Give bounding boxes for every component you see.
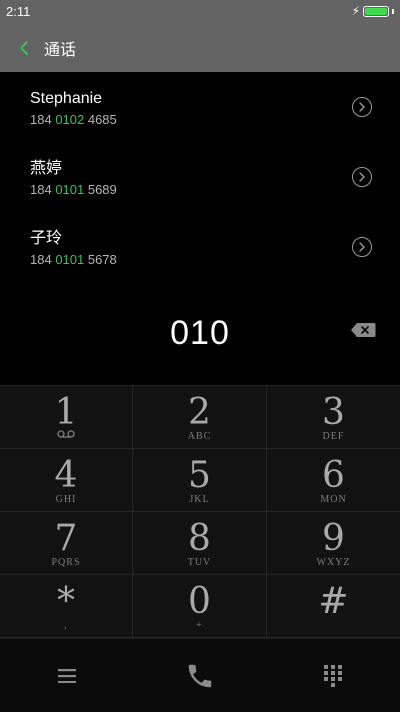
key-letters: TUV (187, 557, 212, 568)
number-prefix: 184 (30, 112, 56, 127)
chevron-right-circle-icon[interactable] (352, 167, 372, 187)
number-match: 0101 (55, 252, 85, 267)
page-title: 通话 (44, 42, 77, 59)
key-letters: PQRS (51, 557, 81, 568)
contact-row[interactable]: 子玲 184 0101 5678 (0, 212, 400, 282)
contact-number: 184 0101 5689 (30, 182, 400, 197)
header: 通话 (0, 24, 400, 72)
key-letters: WXYZ (316, 557, 351, 568)
chevron-left-icon[interactable] (16, 40, 32, 56)
key-3[interactable]: 3 DEF (267, 386, 400, 449)
number-prefix: 184 (30, 182, 56, 197)
chevron-right-circle-icon[interactable] (352, 237, 372, 257)
key-letters: JKL (189, 494, 210, 505)
key-digit: 7 (54, 518, 78, 559)
contact-row[interactable]: 燕婷 184 0101 5689 (0, 142, 400, 212)
contact-results: Stephanie 184 0102 4685 燕婷 184 0101 5689… (0, 72, 400, 282)
contact-name: Stephanie (30, 90, 103, 107)
key-6[interactable]: 6 MON (267, 449, 400, 512)
battery-level (365, 7, 387, 15)
key-letters: MON (320, 494, 347, 505)
key-letters: , (64, 620, 68, 631)
number-match: 0101 (55, 182, 85, 197)
key-digit: 8 (188, 518, 211, 559)
contact-name: 子玲 (30, 230, 63, 247)
charging-icon: ⚡ (351, 4, 360, 18)
key-digit: # (318, 581, 349, 622)
contact-number: 184 0101 5678 (30, 252, 400, 267)
key-letters: DEF (322, 431, 345, 442)
key-8[interactable]: 8 TUV (133, 512, 267, 575)
key-letters: GHI (55, 494, 77, 505)
dial-keypad: 1 2 ABC 3 DEF 4 GHI 5 JKL 6 MON 7 PQRS 8… (0, 385, 400, 639)
key-letters: ABC (187, 431, 212, 442)
key-9[interactable]: 9 WXYZ (267, 512, 400, 575)
number-suffix: 5678 (84, 252, 117, 267)
backspace-icon[interactable] (350, 322, 376, 338)
key-0[interactable]: 0 + (133, 575, 267, 638)
phone-icon[interactable] (160, 639, 240, 712)
key-5[interactable]: 5 JKL (133, 449, 267, 512)
key-digit: 5 (188, 455, 211, 496)
menu-icon[interactable] (27, 639, 107, 712)
key-2[interactable]: 2 ABC (133, 386, 267, 449)
key-digit: 2 (188, 392, 211, 433)
key-digit: 0 (188, 581, 211, 622)
key-digit: 3 (322, 392, 345, 433)
number-suffix: 4685 (84, 112, 117, 127)
contact-row[interactable]: Stephanie 184 0102 4685 (0, 72, 400, 142)
contact-name: 燕婷 (30, 160, 63, 177)
key-1[interactable]: 1 (0, 386, 133, 449)
key-letters: + (196, 620, 203, 631)
key-digit: * (57, 581, 75, 622)
key-4[interactable]: 4 GHI (0, 449, 133, 512)
key-digit: 6 (322, 455, 345, 496)
status-indicators: ⚡ (352, 4, 394, 18)
battery-tip (392, 8, 394, 14)
dialed-number-display: 010 (170, 313, 230, 352)
key-7[interactable]: 7 PQRS (0, 512, 133, 575)
number-suffix: 5689 (84, 182, 117, 197)
bottom-bar (0, 638, 400, 712)
battery-icon (363, 5, 389, 17)
key-digit: 4 (54, 455, 78, 496)
status-time: 2:11 (6, 4, 31, 19)
chevron-right-circle-icon[interactable] (352, 97, 372, 117)
key-digit: 9 (322, 518, 345, 559)
number-match: 0102 (55, 112, 85, 127)
number-prefix: 184 (30, 252, 56, 267)
contact-number: 184 0102 4685 (30, 112, 400, 127)
status-bar: 2:11 ⚡ (0, 0, 400, 24)
key-star[interactable]: * , (0, 575, 133, 638)
dialpad-icon[interactable] (293, 639, 373, 712)
key-hash[interactable]: # (267, 575, 400, 638)
key-digit: 1 (54, 392, 78, 433)
